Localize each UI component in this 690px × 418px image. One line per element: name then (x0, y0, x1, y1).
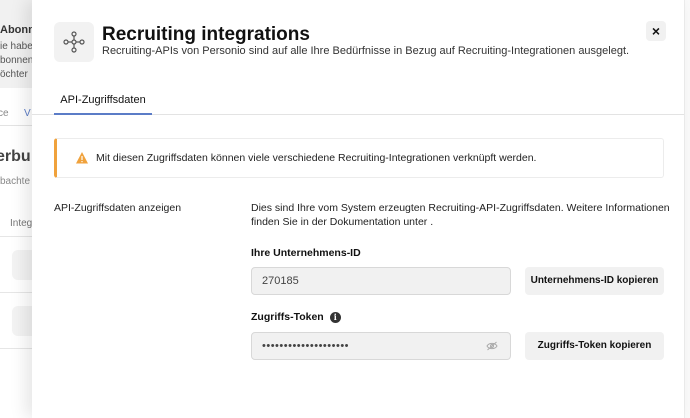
company-id-field[interactable]: 270185 (251, 267, 511, 295)
background-banner-line: öchter (0, 69, 28, 80)
company-id-label-text: Ihre Unternehmens-ID (251, 247, 361, 259)
credentials-description: Dies sind Ihre vom System erzeugten Recr… (251, 202, 670, 228)
warning-banner: Mit diesen Zugriffsdaten können viele ve… (54, 138, 664, 178)
panel-header: Recruiting integrations Recruiting-APIs … (32, 0, 684, 88)
background-subtext: bachte (0, 176, 31, 187)
eye-hidden-icon[interactable] (486, 341, 498, 351)
integration-network-icon (54, 22, 94, 62)
background-heading: erbu (0, 148, 31, 165)
integration-side-panel: Recruiting integrations Recruiting-APIs … (32, 0, 684, 418)
right-edge-strip (684, 0, 690, 418)
copy-token-button[interactable]: Zugriffs-Token kopieren (525, 332, 664, 360)
background-banner-line: ie habe (0, 41, 33, 52)
section-label: API-Zugriffsdaten anzeigen (54, 202, 182, 214)
background-column-header: Integ (10, 218, 33, 229)
copy-company-id-button[interactable]: Unternehmens-ID kopieren (525, 267, 664, 295)
background-banner-line: bonnen (0, 55, 34, 66)
company-id-value: 270185 (262, 275, 299, 287)
panel-title: Recruiting integrations (102, 24, 310, 45)
warning-icon (76, 152, 88, 164)
company-id-label: Ihre Unternehmens-ID (251, 247, 361, 259)
background-tab: V (24, 108, 31, 119)
token-label: Zugriffs-Token i (251, 311, 341, 323)
token-field[interactable]: •••••••••••••••••••• (251, 332, 511, 360)
close-button[interactable]: × (646, 21, 666, 41)
copy-company-id-label: Unternehmens-ID kopieren (530, 275, 659, 286)
token-label-text: Zugriffs-Token (251, 311, 324, 323)
tab-bar: API-Zugriffsdaten (32, 88, 684, 115)
copy-token-label: Zugriffs-Token kopieren (537, 340, 652, 351)
token-value: •••••••••••••••••••• (262, 340, 350, 352)
close-icon: × (651, 23, 661, 39)
info-icon[interactable]: i (329, 311, 341, 323)
tab-api-credentials[interactable]: API-Zugriffsdaten (54, 88, 152, 115)
background-tab: ce (0, 108, 9, 119)
panel-subtitle: Recruiting-APIs von Personio sind auf al… (102, 45, 630, 57)
warning-text: Mit diesen Zugriffsdaten können viele ve… (96, 152, 537, 164)
